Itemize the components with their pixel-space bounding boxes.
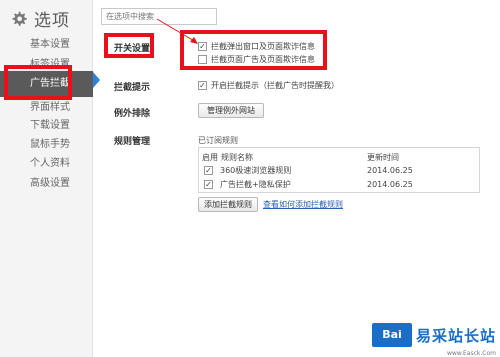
rule-updated: 2014.06.25 xyxy=(367,180,413,189)
rules-table: 启用 规则名称 更新时间 ✓ 360极速浏览器规则 2014.06.25 ✓ 广… xyxy=(198,147,480,193)
watermark-text: 易采站长站 xyxy=(415,326,496,345)
active-indicator-arrow xyxy=(93,72,100,88)
highlight-box-heading xyxy=(104,33,154,58)
sidebar-item-basic[interactable]: 基本设置 xyxy=(0,35,93,55)
table-row[interactable]: ✓ 360极速浏览器规则 xyxy=(204,165,291,176)
highlight-box-options xyxy=(180,30,327,70)
column-header-name: 规则名称 xyxy=(221,153,253,162)
how-to-add-rules-link[interactable]: 查看如何添加拦截规则 xyxy=(263,199,343,210)
rule-name: 360极速浏览器规则 xyxy=(220,166,292,175)
checkbox-rule-360[interactable]: ✓ xyxy=(204,166,213,175)
checkbox-rule-privacy[interactable]: ✓ xyxy=(204,180,213,189)
section-heading-rules: 规则管理 xyxy=(114,137,151,147)
sidebar-item-advanced[interactable]: 高级设置 xyxy=(0,174,93,194)
manage-exceptions-button[interactable]: 管理例外网站 xyxy=(198,103,264,118)
option-label-prompt: 开启拦截提示（拦截广告时提醒我） xyxy=(211,81,339,90)
subscribed-rules-label: 已订阅规则 xyxy=(198,136,238,145)
add-rule-button[interactable]: 添加拦截规则 xyxy=(198,197,258,212)
rule-name: 广告拦截+隐私保护 xyxy=(220,180,291,189)
section-heading-exceptions: 例外排除 xyxy=(114,109,151,119)
gear-icon xyxy=(12,11,27,26)
options-header: 选项 xyxy=(10,6,70,31)
sidebar-item-gestures[interactable]: 鼠标手势 xyxy=(0,135,93,155)
sidebar-item-profile[interactable]: 个人资料 xyxy=(0,154,93,174)
table-row[interactable]: ✓ 广告拦截+隐私保护 xyxy=(204,179,291,190)
highlight-box-nav xyxy=(4,65,72,100)
sidebar-item-downloads[interactable]: 下载设置 xyxy=(0,116,93,136)
checkbox-prompt[interactable]: ✓ xyxy=(198,81,207,90)
watermark: Bai 易采站长站 xyxy=(371,323,496,347)
search-input[interactable] xyxy=(101,8,217,25)
watermark-url: www.Easck.Com xyxy=(446,350,496,357)
sidebar-item-appearance[interactable]: 界面样式 xyxy=(0,98,93,118)
rule-updated: 2014.06.25 xyxy=(367,166,413,175)
column-header-updated: 更新时间 xyxy=(367,153,399,162)
watermark-logo: Bai xyxy=(371,323,412,347)
app-title: 选项 xyxy=(34,11,70,31)
section-heading-prompt: 拦截提示 xyxy=(114,83,151,93)
column-header-enabled: 启用 xyxy=(202,153,218,162)
option-block-prompt[interactable]: ✓ 开启拦截提示（拦截广告时提醒我） xyxy=(198,80,339,91)
